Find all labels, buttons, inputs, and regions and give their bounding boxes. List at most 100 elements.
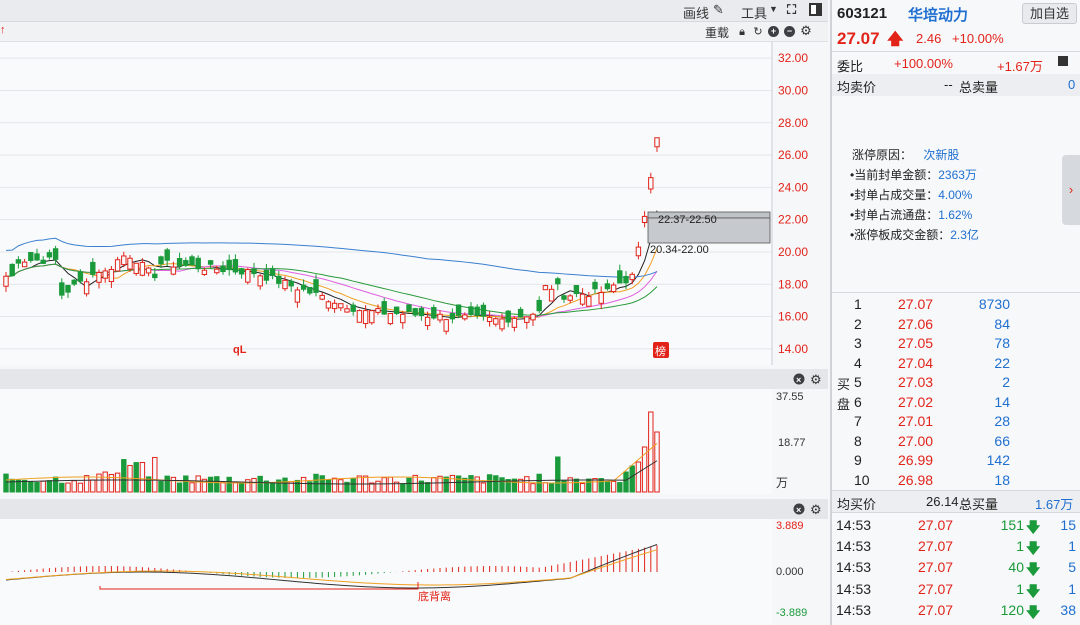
candle[interactable] xyxy=(555,278,561,285)
q-marker[interactable]: qL xyxy=(233,344,247,356)
candle[interactable] xyxy=(331,302,338,310)
candle[interactable] xyxy=(629,273,635,281)
zoom-in-icon[interactable]: + xyxy=(768,26,779,37)
draw-line-button[interactable]: 画线 xyxy=(683,3,709,22)
candle[interactable] xyxy=(530,313,536,321)
candle[interactable] xyxy=(393,306,400,314)
candle[interactable] xyxy=(536,299,542,312)
fullscreen-icon[interactable]: ⛶ xyxy=(787,2,796,18)
candle[interactable] xyxy=(350,304,356,312)
candle[interactable] xyxy=(493,318,499,325)
candle[interactable] xyxy=(238,268,245,275)
bid-row[interactable]: 6 27.02 14 xyxy=(832,393,1080,413)
candle[interactable] xyxy=(114,259,121,272)
candle[interactable] xyxy=(431,307,437,319)
lock-icon[interactable]: 🔒︎ xyxy=(736,26,748,38)
candle[interactable] xyxy=(319,294,325,300)
candle[interactable] xyxy=(307,286,313,294)
candle[interactable] xyxy=(40,259,46,264)
candle[interactable] xyxy=(176,258,183,267)
candle[interactable] xyxy=(59,282,65,296)
candle[interactable] xyxy=(294,289,301,303)
candle[interactable] xyxy=(201,269,208,275)
candle[interactable] xyxy=(145,267,152,274)
candle[interactable] xyxy=(15,259,22,264)
reset-button[interactable]: 重载 xyxy=(705,24,729,41)
candle[interactable] xyxy=(412,308,418,316)
candle[interactable] xyxy=(183,260,189,266)
candle[interactable] xyxy=(511,317,518,328)
candle[interactable] xyxy=(46,252,53,258)
candle[interactable] xyxy=(617,270,623,284)
candle[interactable] xyxy=(641,215,648,224)
candle[interactable] xyxy=(3,275,9,287)
candle[interactable] xyxy=(387,313,394,325)
candle[interactable] xyxy=(77,271,84,282)
candle[interactable] xyxy=(90,261,96,275)
candle[interactable] xyxy=(195,257,201,270)
candle[interactable] xyxy=(9,263,15,277)
candle[interactable] xyxy=(83,281,90,295)
stock-name[interactable]: 华培动力 xyxy=(908,4,968,25)
candle[interactable] xyxy=(592,281,598,290)
chevron-down-icon[interactable]: ▼ xyxy=(769,4,778,14)
candle[interactable] xyxy=(505,310,511,323)
note-icon[interactable] xyxy=(1058,56,1068,66)
bid-row[interactable]: 8 27.00 66 xyxy=(832,432,1080,452)
tools-menu-button[interactable]: 工具 xyxy=(741,3,767,22)
candle[interactable] xyxy=(424,316,431,327)
candle[interactable] xyxy=(28,252,34,261)
vol-settings-gear-icon[interactable]: ⚙ xyxy=(810,372,822,387)
gear-icon[interactable]: ⚙ xyxy=(800,24,812,37)
bid-row[interactable]: 5 27.03 2 xyxy=(832,373,1080,393)
candle[interactable] xyxy=(474,306,480,316)
candle[interactable] xyxy=(102,270,108,279)
expand-arrow-icon[interactable]: › xyxy=(1062,155,1080,225)
candle[interactable] xyxy=(300,284,307,290)
candle[interactable] xyxy=(220,265,226,273)
candle[interactable] xyxy=(269,268,276,277)
candle[interactable] xyxy=(71,279,77,285)
limit-reason-value[interactable]: 次新股 xyxy=(923,148,959,162)
candle[interactable] xyxy=(207,260,214,265)
candle[interactable] xyxy=(418,307,425,317)
candle[interactable] xyxy=(499,318,505,330)
candle[interactable] xyxy=(623,275,629,284)
candle[interactable] xyxy=(369,310,375,324)
candle[interactable] xyxy=(604,283,611,290)
bid-row[interactable]: 7 27.01 28 xyxy=(832,412,1080,432)
candle[interactable] xyxy=(437,313,443,321)
candle[interactable] xyxy=(400,313,406,324)
refresh-icon[interactable]: ↻ xyxy=(752,26,764,38)
candle[interactable] xyxy=(443,319,449,332)
candle[interactable] xyxy=(338,303,344,309)
candle[interactable] xyxy=(567,295,573,301)
add-watchlist-button[interactable]: 加自选 xyxy=(1022,3,1077,24)
candle[interactable] xyxy=(561,295,567,300)
candle[interactable] xyxy=(462,314,468,320)
candle[interactable] xyxy=(232,259,239,273)
candle[interactable] xyxy=(586,296,592,307)
candle[interactable] xyxy=(362,310,369,324)
bid-row[interactable]: 4 27.04 22 xyxy=(832,354,1080,374)
candle[interactable] xyxy=(635,246,642,257)
candle[interactable] xyxy=(121,255,127,266)
candle[interactable] xyxy=(65,284,71,293)
candle[interactable] xyxy=(170,266,177,275)
pencil-icon[interactable]: ✎ xyxy=(713,2,724,18)
macd-settings-gear-icon[interactable]: ⚙ xyxy=(810,502,822,517)
zoom-out-icon[interactable]: − xyxy=(784,26,795,37)
candle[interactable] xyxy=(313,279,319,293)
candle[interactable] xyxy=(648,177,654,190)
candle[interactable] xyxy=(282,279,288,290)
candle[interactable] xyxy=(139,261,146,276)
candle[interactable] xyxy=(245,269,251,283)
candle[interactable] xyxy=(325,301,332,309)
candle[interactable] xyxy=(480,304,487,317)
candle[interactable] xyxy=(52,248,59,260)
candle[interactable] xyxy=(152,273,158,279)
bid-row[interactable]: 2 27.06 84 xyxy=(832,315,1080,335)
candle[interactable] xyxy=(158,256,164,265)
candle[interactable] xyxy=(108,268,115,283)
candle[interactable] xyxy=(610,284,617,293)
